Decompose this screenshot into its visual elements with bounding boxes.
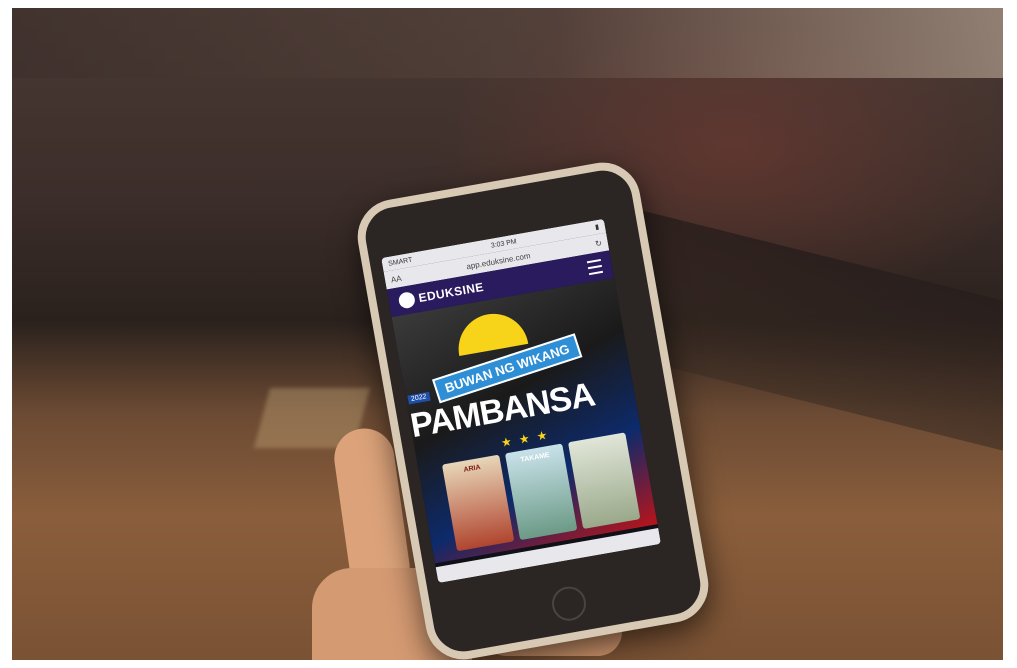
background-wall [12, 8, 1003, 78]
hero-banner: BUWAN NG WIKANG 2022 PAMBANSA ★ ★ ★ ARIA… [391, 277, 658, 564]
phone-screen: SMART 3:03 PM ▮ AA app.eduksine.com ↻ ED… [381, 218, 662, 584]
carrier-label: SMART [387, 256, 413, 268]
movie-poster[interactable] [567, 432, 641, 530]
photo: SMART 3:03 PM ▮ AA app.eduksine.com ↻ ED… [12, 8, 1003, 660]
reload-icon[interactable]: ↻ [594, 238, 602, 248]
hamburger-menu-icon[interactable] [586, 258, 604, 276]
sun-icon [453, 308, 529, 356]
logo-text: EDUKSINE [417, 279, 485, 306]
movie-poster[interactable]: ARIA [441, 454, 515, 552]
poster-row: ARIA TAKAME [441, 432, 641, 552]
logo-icon [397, 290, 417, 310]
battery-icon: ▮ [594, 223, 600, 232]
home-button[interactable] [549, 583, 589, 624]
clock-label: 3:03 PM [490, 237, 518, 250]
year-badge: 2022 [407, 391, 431, 405]
movie-poster[interactable]: TAKAME [504, 443, 578, 541]
